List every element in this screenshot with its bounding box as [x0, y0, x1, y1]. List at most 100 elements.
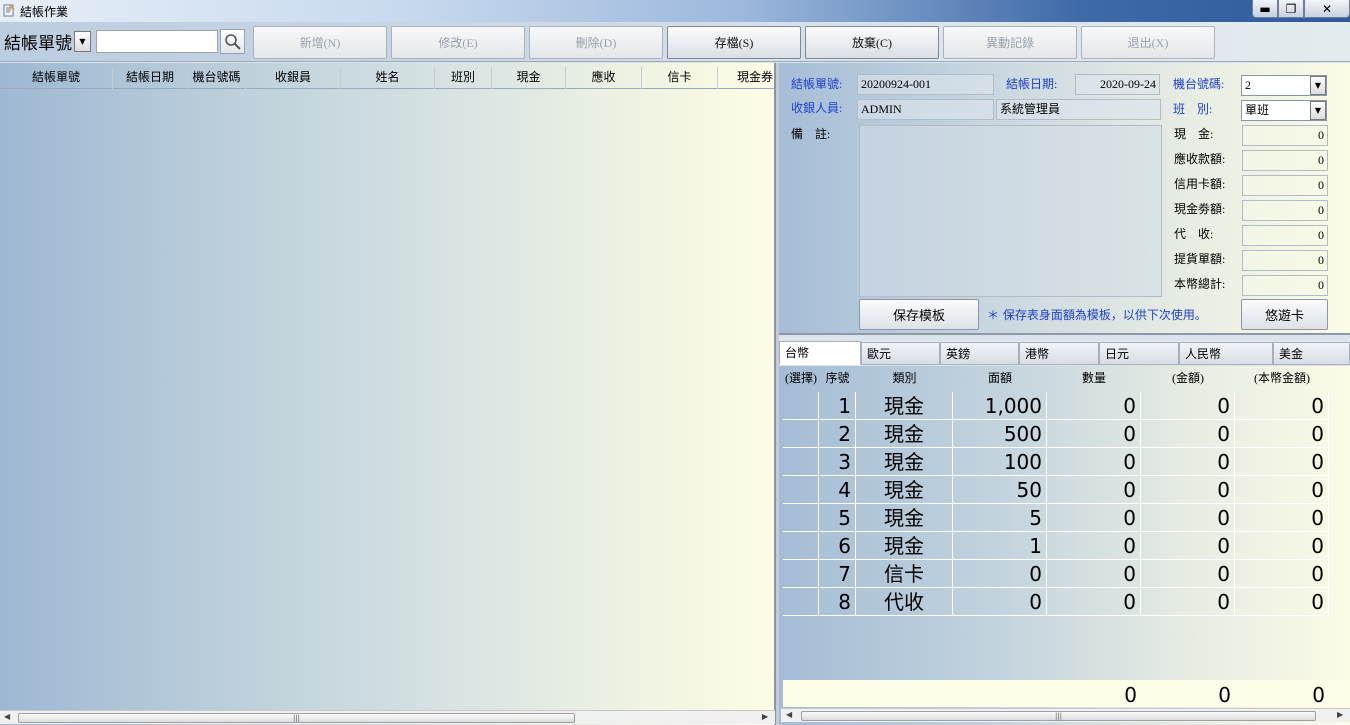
- tab-eur[interactable]: 歐元: [861, 342, 940, 365]
- grid-horizontal-scrollbar[interactable]: ◀ ||| ▶: [781, 708, 1350, 722]
- col-receivable[interactable]: 應收: [566, 67, 642, 89]
- row-local-amount: 0: [1235, 532, 1329, 560]
- row-quantity[interactable]: 0: [1047, 392, 1141, 420]
- row-select-cell[interactable]: [783, 504, 819, 532]
- search-input[interactable]: [96, 30, 218, 53]
- row-select-cell[interactable]: [783, 588, 819, 616]
- tab-hkd[interactable]: 港幣: [1019, 342, 1099, 365]
- row-denomination[interactable]: 100: [953, 448, 1047, 476]
- add-button[interactable]: 新增(N): [253, 26, 387, 59]
- scroll-left-icon[interactable]: ◀: [4, 712, 10, 721]
- list-scroll-thumb[interactable]: |||: [18, 713, 575, 723]
- shift-label: 班 別:: [1173, 102, 1213, 116]
- col-bill-date[interactable]: 結帳日期: [113, 67, 188, 89]
- credit-card-total-field[interactable]: 0: [1242, 175, 1328, 196]
- row-select-cell[interactable]: [783, 392, 819, 420]
- row-type[interactable]: 現金: [856, 476, 953, 504]
- row-select-cell[interactable]: [783, 448, 819, 476]
- shift-dropdown[interactable]: ▼: [1310, 101, 1326, 120]
- bill-list-panel[interactable]: [0, 63, 775, 725]
- row-type[interactable]: 現金: [856, 532, 953, 560]
- cancel-button[interactable]: 放棄(C): [805, 26, 939, 59]
- col-name[interactable]: 姓名: [341, 67, 435, 89]
- row-denomination[interactable]: 500: [953, 420, 1047, 448]
- delete-button[interactable]: 刪除(D): [529, 26, 663, 59]
- exit-button[interactable]: 退出(X): [1081, 26, 1215, 59]
- minimize-button[interactable]: ▬: [1252, 0, 1278, 18]
- col-credit-card[interactable]: 信卡: [642, 67, 718, 89]
- bill-no-field[interactable]: 20200924-001: [857, 74, 994, 95]
- row-denomination[interactable]: 1,000: [953, 392, 1047, 420]
- col-seq[interactable]: 序號: [819, 368, 856, 390]
- receivable-total-field[interactable]: 0: [1242, 150, 1328, 171]
- row-denomination[interactable]: 50: [953, 476, 1047, 504]
- tab-twd[interactable]: 台幣: [779, 341, 861, 365]
- memo-textarea[interactable]: [859, 125, 1162, 297]
- row-quantity[interactable]: 0: [1047, 420, 1141, 448]
- local-total-field[interactable]: 0: [1242, 275, 1328, 296]
- row-denomination[interactable]: 0: [953, 588, 1047, 616]
- col-type[interactable]: 類別: [856, 368, 953, 390]
- row-type[interactable]: 現金: [856, 504, 953, 532]
- history-button[interactable]: 異動記錄: [943, 26, 1077, 59]
- row-denomination[interactable]: 5: [953, 504, 1047, 532]
- col-shift[interactable]: 班別: [435, 67, 492, 89]
- col-cashier[interactable]: 收銀員: [246, 67, 341, 89]
- save-button[interactable]: 存檔(S): [667, 26, 801, 59]
- col-select[interactable]: (選擇): [783, 368, 819, 390]
- col-bill-no[interactable]: 結帳單號: [0, 67, 113, 89]
- scroll-right-icon[interactable]: ▶: [762, 712, 768, 721]
- list-horizontal-scrollbar[interactable]: ◀ ||| ▶: [0, 710, 775, 724]
- search-field-select[interactable]: 結帳單號: [1, 29, 73, 54]
- tab-cny[interactable]: 人民幣: [1179, 342, 1273, 365]
- row-type[interactable]: 現金: [856, 392, 953, 420]
- row-select-cell[interactable]: [783, 532, 819, 560]
- voucher-total-field[interactable]: 0: [1242, 200, 1328, 221]
- row-quantity[interactable]: 0: [1047, 560, 1141, 588]
- grid-scroll-thumb[interactable]: |||: [801, 711, 1316, 721]
- col-quantity[interactable]: 數量: [1047, 368, 1141, 390]
- col-denomination[interactable]: 面額: [953, 368, 1047, 390]
- row-select-cell[interactable]: [783, 560, 819, 588]
- cashier-id-field[interactable]: ADMIN: [857, 99, 994, 120]
- row-quantity[interactable]: 0: [1047, 588, 1141, 616]
- row-type[interactable]: 信卡: [856, 560, 953, 588]
- search-field-dropdown[interactable]: ▼: [74, 31, 91, 52]
- tab-usd[interactable]: 美金: [1273, 342, 1350, 365]
- row-denomination[interactable]: 1: [953, 532, 1047, 560]
- bill-date-field[interactable]: 2020-09-24: [1075, 74, 1160, 95]
- tab-jpy[interactable]: 日元: [1099, 342, 1179, 365]
- row-local-amount: 0: [1235, 448, 1329, 476]
- edit-button[interactable]: 修改(E): [391, 26, 525, 59]
- col-voucher[interactable]: 現金券: [718, 67, 775, 89]
- row-quantity[interactable]: 0: [1047, 504, 1141, 532]
- tab-gbp[interactable]: 英鎊: [940, 342, 1019, 365]
- machine-no-dropdown[interactable]: ▼: [1310, 76, 1326, 95]
- row-quantity[interactable]: 0: [1047, 476, 1141, 504]
- row-type[interactable]: 現金: [856, 420, 953, 448]
- row-select-cell[interactable]: [783, 420, 819, 448]
- row-seq: 2: [819, 420, 856, 448]
- collection-total-field[interactable]: 0: [1242, 225, 1328, 246]
- row-type[interactable]: 現金: [856, 448, 953, 476]
- search-button[interactable]: [220, 29, 245, 54]
- scroll-left-icon[interactable]: ◀: [786, 710, 792, 719]
- easycard-button[interactable]: 悠遊卡: [1241, 299, 1328, 330]
- col-cash[interactable]: 現金: [492, 67, 566, 89]
- row-quantity[interactable]: 0: [1047, 532, 1141, 560]
- scroll-right-icon[interactable]: ▶: [1337, 710, 1343, 719]
- row-select-cell[interactable]: [783, 476, 819, 504]
- col-amount[interactable]: (金額): [1141, 368, 1235, 390]
- row-quantity[interactable]: 0: [1047, 448, 1141, 476]
- row-type[interactable]: 代收: [856, 588, 953, 616]
- close-button[interactable]: ✕: [1304, 0, 1350, 18]
- row-local-amount: 0: [1235, 588, 1329, 616]
- save-template-button[interactable]: 保存模板: [859, 299, 979, 330]
- col-machine-no[interactable]: 機台號碼: [188, 67, 246, 89]
- delivery-total-field[interactable]: 0: [1242, 250, 1328, 271]
- bill-date-label: 結帳日期:: [1006, 77, 1058, 91]
- maximize-button[interactable]: ❐: [1278, 0, 1304, 18]
- row-denomination[interactable]: 0: [953, 560, 1047, 588]
- cash-total-field[interactable]: 0: [1242, 125, 1328, 146]
- col-local-amount[interactable]: (本幣金額): [1235, 368, 1329, 390]
